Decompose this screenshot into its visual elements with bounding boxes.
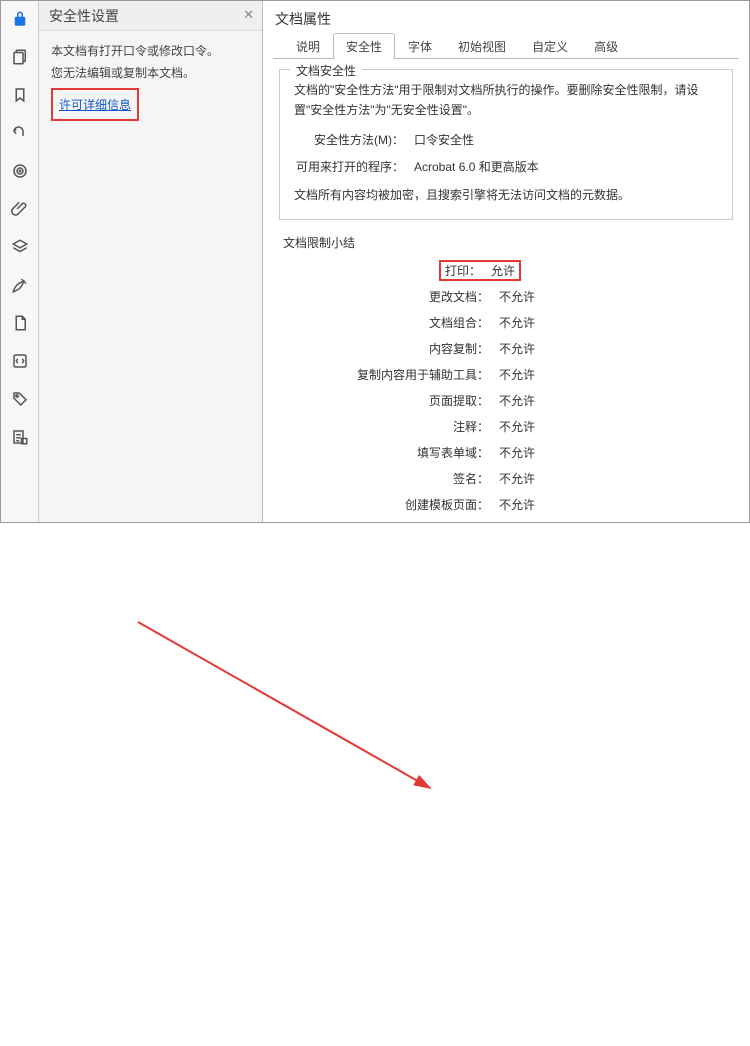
properties-title: 文档属性 (273, 7, 739, 35)
permission-details-link[interactable]: 许可详细信息 (59, 95, 131, 117)
annotation-arrow (0, 523, 750, 1046)
restriction-row: 更改文档：不允许 (279, 283, 733, 309)
restriction-value: 不允许 (499, 470, 535, 487)
tag-icon[interactable] (8, 387, 32, 411)
restriction-row: 内容复制：不允许 (279, 335, 733, 361)
restriction-row: 签名：不允许 (279, 465, 733, 491)
properties-panel: 文档属性 说明安全性字体初始视图自定义高级 文档安全性 文档的"安全性方法"用于… (263, 1, 749, 522)
panel-title: 安全性设置 (49, 6, 119, 26)
restriction-label: 更改文档： (279, 288, 499, 305)
restriction-label: 页面提取： (279, 392, 499, 409)
tab-bar: 说明安全性字体初始视图自定义高级 (273, 35, 739, 59)
restriction-row: 创建模板页面：不允许 (279, 491, 733, 517)
tab-3[interactable]: 初始视图 (445, 33, 519, 59)
restriction-label: 复制内容用于辅助工具： (279, 366, 499, 383)
target-icon[interactable] (8, 159, 32, 183)
openwith-label: 可用来打开的程序： (294, 158, 414, 175)
restriction-value: 不允许 (499, 340, 535, 357)
tab-2[interactable]: 字体 (395, 33, 445, 59)
restrictions-section: 文档限制小结 打印：允许更改文档：不允许文档组合：不允许内容复制：不允许复制内容… (279, 234, 733, 517)
panel-body: 本文档有打开口令或修改口令。 您无法编辑或复制本文档。 许可详细信息 (39, 31, 262, 131)
tab-0[interactable]: 说明 (283, 33, 333, 59)
restriction-value: 不允许 (499, 418, 535, 435)
restriction-row: 注释：不允许 (279, 413, 733, 439)
tab-4[interactable]: 自定义 (519, 33, 581, 59)
restriction-value: 不允许 (499, 444, 535, 461)
bookmark-icon[interactable] (8, 83, 32, 107)
restriction-row: 打印：允许 (279, 257, 733, 283)
restriction-highlight: 打印：允许 (439, 260, 521, 281)
checklist-icon[interactable] (8, 425, 32, 449)
lock-icon[interactable] (8, 7, 32, 31)
attachment-icon[interactable] (8, 197, 32, 221)
security-groupbox: 文档安全性 文档的"安全性方法"用于限制对文档所执行的操作。要删除安全性限制，请… (279, 69, 733, 220)
restriction-value: 不允许 (499, 392, 535, 409)
restriction-label: 填写表单域： (279, 444, 499, 461)
panel-header: 安全性设置 ✕ (39, 1, 262, 31)
restriction-value: 不允许 (499, 314, 535, 331)
pages-icon[interactable] (8, 45, 32, 69)
panel-line2: 您无法编辑或复制本文档。 (51, 63, 250, 85)
restriction-row: 复制内容用于辅助工具：不允许 (279, 361, 733, 387)
tab-1[interactable]: 安全性 (333, 33, 395, 59)
restriction-value: 不允许 (499, 366, 535, 383)
restriction-label: 内容复制： (279, 340, 499, 357)
restrictions-title: 文档限制小结 (279, 234, 733, 251)
swap-icon[interactable] (8, 349, 32, 373)
toolbar-vertical (1, 1, 39, 522)
restriction-value: 不允许 (499, 496, 535, 513)
security-panel: 安全性设置 ✕ 本文档有打开口令或修改口令。 您无法编辑或复制本文档。 许可详细… (39, 1, 263, 522)
restriction-label: 创建模板页面： (279, 496, 499, 513)
restriction-row: 页面提取：不允许 (279, 387, 733, 413)
undo-redo-icon[interactable] (8, 121, 32, 145)
close-icon[interactable]: ✕ (243, 7, 254, 23)
layers-icon[interactable] (8, 235, 32, 259)
restriction-label: 注释： (279, 418, 499, 435)
restriction-row: 文档组合：不允许 (279, 309, 733, 335)
security-method-value: 口令安全性 (414, 131, 474, 148)
groupbox-title: 文档安全性 (290, 62, 362, 79)
pen-icon[interactable] (8, 273, 32, 297)
restriction-label: 文档组合： (279, 314, 499, 331)
restriction-label: 签名： (279, 470, 499, 487)
app-root: 安全性设置 ✕ 本文档有打开口令或修改口令。 您无法编辑或复制本文档。 许可详细… (0, 0, 750, 523)
permission-link-highlight: 许可详细信息 (51, 88, 139, 121)
security-description: 文档的"安全性方法"用于限制对文档所执行的操作。要删除安全性限制，请设置"安全性… (294, 80, 718, 121)
encrypt-note: 文档所有内容均被加密，且搜索引擎将无法访问文档的元数据。 (294, 185, 718, 205)
page-icon[interactable] (8, 311, 32, 335)
panel-line1: 本文档有打开口令或修改口令。 (51, 41, 250, 63)
restriction-value: 不允许 (499, 288, 535, 305)
security-method-label: 安全性方法(M)： (294, 131, 414, 148)
restriction-row: 填写表单域：不允许 (279, 439, 733, 465)
openwith-value: Acrobat 6.0 和更高版本 (414, 158, 539, 175)
tab-5[interactable]: 高级 (581, 33, 631, 59)
